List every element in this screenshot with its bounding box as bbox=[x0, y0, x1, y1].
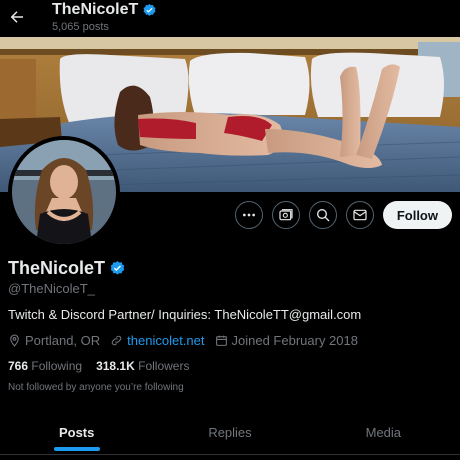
tabs-divider bbox=[0, 454, 460, 455]
verified-badge-icon bbox=[143, 3, 156, 16]
message-button[interactable] bbox=[345, 201, 374, 229]
website-link[interactable]: thenicolet.net bbox=[127, 333, 204, 348]
more-icon bbox=[242, 213, 255, 217]
joined-item: Joined February 2018 bbox=[215, 333, 358, 348]
location-text: Portland, OR bbox=[25, 333, 101, 348]
back-arrow-icon bbox=[10, 11, 23, 23]
followers-label: Followers bbox=[138, 359, 190, 373]
link-icon bbox=[111, 335, 122, 346]
profile-tabs: Posts Replies Media bbox=[0, 410, 460, 454]
profile-bio: Twitch & Discord Partner/ Inquiries: The… bbox=[8, 307, 362, 322]
back-button[interactable] bbox=[4, 4, 30, 30]
following-link[interactable]: 766 Following bbox=[8, 359, 82, 373]
following-label: Following bbox=[31, 359, 83, 373]
profile-avatar[interactable] bbox=[8, 136, 120, 248]
joined-text: Joined February 2018 bbox=[231, 333, 358, 348]
tab-media[interactable]: Media bbox=[307, 410, 460, 454]
search-icon bbox=[316, 209, 330, 222]
tab-replies[interactable]: Replies bbox=[153, 410, 306, 454]
calendar-icon bbox=[215, 335, 227, 346]
followers-count: 318.1K bbox=[96, 359, 135, 373]
location-item: Portland, OR bbox=[8, 333, 100, 348]
header-name: TheNicoleT bbox=[52, 1, 139, 18]
followers-link[interactable]: 318.1K Followers bbox=[96, 359, 189, 373]
message-icon bbox=[353, 209, 367, 221]
website-item: thenicolet.net bbox=[110, 333, 205, 348]
subscribe-icon bbox=[279, 209, 293, 221]
follow-button[interactable]: Follow bbox=[382, 201, 452, 229]
tab-posts[interactable]: Posts bbox=[0, 410, 153, 454]
verified-badge-icon bbox=[110, 261, 125, 275]
more-button[interactable] bbox=[234, 201, 263, 229]
location-icon bbox=[10, 334, 19, 347]
profile-name: TheNicoleT bbox=[8, 258, 126, 279]
top-bar: TheNicoleT 5,065 posts bbox=[0, 0, 460, 37]
profile-name-text: TheNicoleT bbox=[8, 258, 106, 278]
posts-count: 5,065 posts bbox=[52, 21, 109, 33]
profile-handle: @TheNicoleT_ bbox=[8, 281, 95, 296]
followed-by-note: Not followed by anyone you’re following bbox=[8, 382, 184, 393]
profile-meta: Portland, OR thenicolet.net Joined Febru… bbox=[8, 333, 358, 348]
search-button[interactable] bbox=[308, 201, 337, 229]
following-count: 766 bbox=[8, 359, 29, 373]
profile-actions: Follow bbox=[234, 201, 452, 229]
header-title: TheNicoleT bbox=[52, 1, 157, 19]
profile-stats: 766 Following 318.1K Followers bbox=[8, 359, 189, 373]
subscribe-button[interactable] bbox=[271, 201, 300, 229]
